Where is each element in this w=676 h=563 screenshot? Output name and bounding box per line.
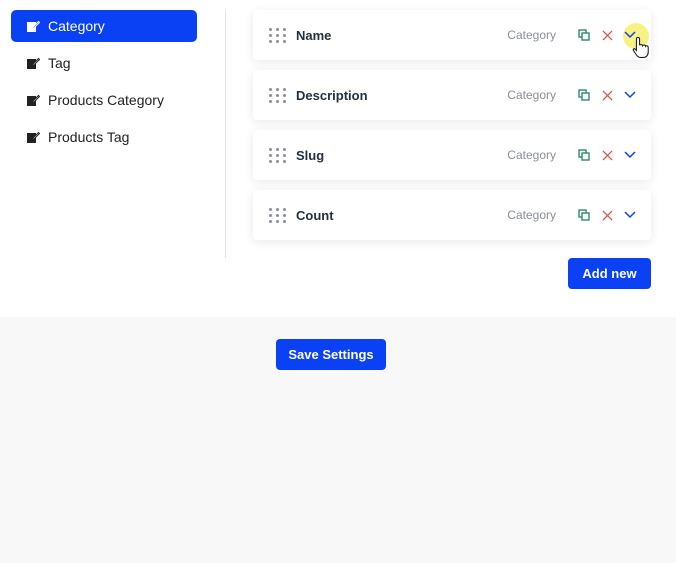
delete-icon[interactable] (600, 148, 614, 162)
field-type: Category (507, 88, 556, 102)
drag-handle-icon[interactable] (269, 88, 286, 103)
edit-icon (26, 93, 40, 107)
delete-icon[interactable] (600, 88, 614, 102)
field-type: Category (507, 208, 556, 222)
hand-cursor-icon (632, 36, 650, 58)
duplicate-icon[interactable] (577, 88, 591, 102)
field-label: Name (296, 27, 332, 43)
sidebar-item-tag[interactable]: Tag (11, 47, 197, 79)
settings-panel: Category Tag Products Category Products … (0, 0, 676, 317)
edit-icon (26, 19, 40, 33)
field-label: Count (296, 207, 334, 223)
field-row-count: Count Category (253, 190, 651, 240)
sidebar-item-products-tag[interactable]: Products Tag (11, 121, 197, 153)
delete-icon[interactable] (600, 208, 614, 222)
sidebar-item-label: Tag (48, 55, 71, 71)
save-settings-button[interactable]: Save Settings (276, 339, 386, 370)
field-row-description: Description Category (253, 70, 651, 120)
sidebar: Category Tag Products Category Products … (11, 10, 197, 158)
divider (225, 10, 226, 258)
add-new-button[interactable]: Add new (568, 258, 651, 289)
field-label: Description (296, 87, 368, 103)
chevron-down-icon[interactable] (623, 88, 637, 102)
edit-icon (26, 130, 40, 144)
duplicate-icon[interactable] (577, 28, 591, 42)
sidebar-item-label: Category (48, 18, 105, 34)
field-label: Slug (296, 147, 325, 163)
edit-icon (26, 56, 40, 70)
field-row-name: Name Category (253, 10, 651, 60)
chevron-down-icon[interactable] (623, 208, 637, 222)
chevron-down-icon[interactable] (623, 148, 637, 162)
field-row-slug: Slug Category (253, 130, 651, 180)
drag-handle-icon[interactable] (269, 208, 286, 223)
field-list: Name Category Description Category Slug … (253, 10, 651, 250)
field-type: Category (507, 148, 556, 162)
sidebar-item-label: Products Tag (48, 129, 130, 145)
sidebar-item-label: Products Category (48, 92, 164, 108)
sidebar-item-category[interactable]: Category (11, 10, 197, 42)
sidebar-item-products-category[interactable]: Products Category (11, 84, 197, 116)
duplicate-icon[interactable] (577, 208, 591, 222)
field-type: Category (507, 28, 556, 42)
delete-icon[interactable] (600, 28, 614, 42)
duplicate-icon[interactable] (577, 148, 591, 162)
drag-handle-icon[interactable] (269, 148, 286, 163)
drag-handle-icon[interactable] (269, 28, 286, 43)
